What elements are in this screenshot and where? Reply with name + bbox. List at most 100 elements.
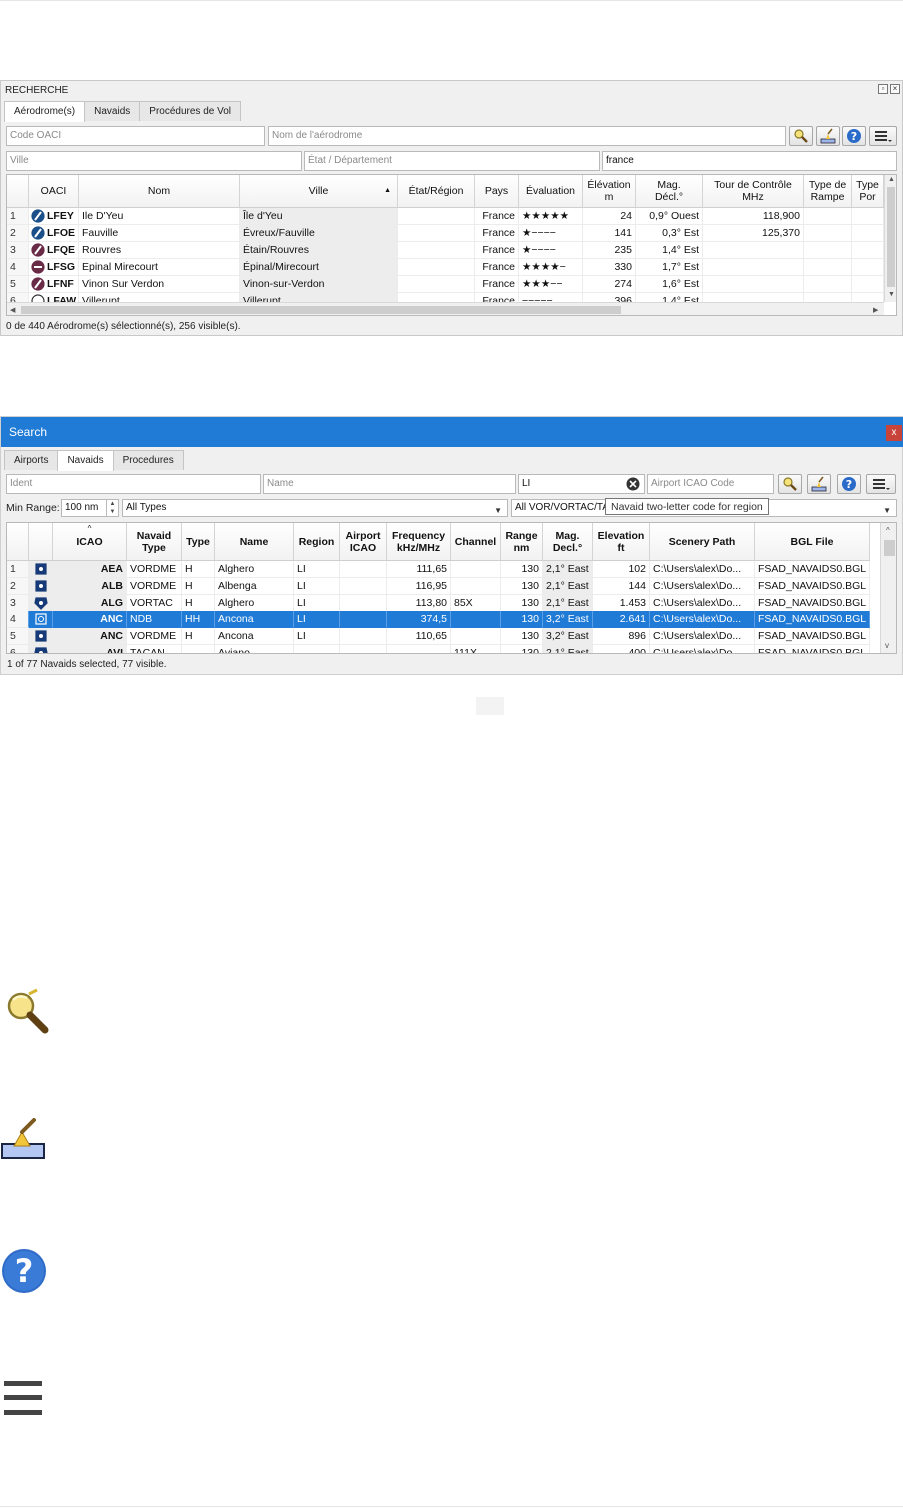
float-button[interactable]: ▫ bbox=[878, 84, 888, 94]
cell-nom: Epinal Mirecourt bbox=[79, 259, 240, 276]
column-header[interactable]: BGL File bbox=[755, 523, 870, 561]
column-header[interactable]: Type bbox=[182, 523, 215, 561]
column-header[interactable]: Nom bbox=[79, 175, 240, 208]
scroll-down-icon[interactable]: ▼ bbox=[888, 291, 895, 298]
search-clear-button[interactable] bbox=[789, 126, 813, 146]
column-header[interactable]: Type Por bbox=[852, 175, 884, 208]
city-input[interactable]: Ville bbox=[6, 151, 302, 171]
close-button[interactable]: × bbox=[890, 84, 900, 94]
scroll-up-icon[interactable]: ▲ bbox=[888, 176, 895, 183]
airport-icon bbox=[31, 209, 45, 223]
tab-aerodromes[interactable]: Aérodrome(s) bbox=[4, 101, 86, 122]
hscroll-thumb[interactable] bbox=[21, 306, 621, 314]
scroll-right-icon[interactable]: ▶ bbox=[873, 306, 878, 314]
cell-decl: 1,4° Est bbox=[636, 242, 703, 259]
clear-field-icon[interactable] bbox=[626, 477, 640, 491]
window-title: Search bbox=[9, 425, 48, 439]
help-button[interactable]: ? bbox=[842, 126, 866, 146]
region-input[interactable]: LI bbox=[518, 474, 645, 494]
airport-name-input[interactable]: Nom de l'aérodrome bbox=[268, 126, 786, 146]
column-header[interactable]: Ville ▲ bbox=[240, 175, 398, 208]
column-header[interactable]: Scenery Path bbox=[650, 523, 755, 561]
menu-button[interactable] bbox=[866, 474, 896, 494]
tab-procedures[interactable]: Procedures bbox=[112, 450, 184, 470]
table-row[interactable]: 2 LFOE Fauville Évreux/Fauville France ★−−−− 1… bbox=[7, 225, 884, 242]
tab-navaids[interactable]: Navaids bbox=[84, 101, 141, 121]
table-row[interactable]: 3 ALG VORTAC H Alghero LI 113,80 85X 130 2,1° Eas… bbox=[7, 594, 880, 612]
state-input[interactable]: État / Département bbox=[304, 151, 600, 171]
column-header[interactable]: Mag. Décl.° bbox=[636, 175, 703, 208]
vertical-scrollbar[interactable]: ^ v bbox=[880, 523, 896, 653]
column-header[interactable]: ICAO ^ bbox=[53, 523, 127, 561]
cell-path: C:\Users\alex\Do... bbox=[650, 594, 755, 612]
search-clear-button[interactable] bbox=[778, 474, 802, 494]
cell-tour: 118,900 bbox=[703, 208, 804, 225]
table-row[interactable]: 4 ANC NDB HH Ancona LI 374,5 130 3,2° East 2.641 C… bbox=[7, 611, 880, 629]
icao-code-input[interactable]: Code OACI bbox=[6, 126, 265, 146]
scroll-left-icon[interactable]: ◀ bbox=[10, 306, 15, 314]
horizontal-scrollbar[interactable]: ◀ ▶ bbox=[7, 302, 884, 315]
column-header[interactable]: Tour de Contrôle MHz bbox=[703, 175, 804, 208]
cell-n: 6 bbox=[7, 645, 29, 653]
column-header[interactable]: Navaid Type bbox=[127, 523, 182, 561]
menu-button[interactable] bbox=[869, 126, 897, 146]
column-header[interactable]: Elevation ft bbox=[593, 523, 650, 561]
table-row[interactable]: 6 AVI TACAN Aviano 111X 130 2,1° East 400 C:\Use… bbox=[7, 645, 880, 653]
scroll-down-icon[interactable]: v bbox=[885, 641, 889, 650]
column-header[interactable]: État/Région bbox=[398, 175, 475, 208]
column-header[interactable]: Frequency kHz/MHz bbox=[387, 523, 451, 561]
table-row[interactable]: 3 LFQE Rouvres Étain/Rouvres France ★−−−− 235 1… bbox=[7, 242, 884, 259]
column-header[interactable]: Mag. Decl.° bbox=[543, 523, 593, 561]
table-row[interactable]: 5 LFNF Vinon Sur Verdon Vinon-sur-Verdon Fra… bbox=[7, 276, 884, 293]
column-header[interactable]: OACI bbox=[29, 175, 79, 208]
column-header-label: Mag. Décl.° bbox=[654, 179, 684, 203]
cell-elev: 141 bbox=[583, 225, 636, 242]
column-header-label: Type bbox=[186, 535, 210, 548]
cell-empty bbox=[852, 259, 884, 276]
tab-airports[interactable]: Airports bbox=[4, 450, 59, 470]
reset-search-button[interactable] bbox=[807, 474, 831, 494]
scroll-thumb[interactable] bbox=[887, 187, 895, 287]
row-number-header[interactable] bbox=[7, 523, 29, 561]
help-icon: ? bbox=[1, 1247, 51, 1297]
tab-procedures[interactable]: Procédures de Vol bbox=[139, 101, 241, 121]
airport-icon bbox=[31, 260, 45, 274]
column-header[interactable]: Évaluation bbox=[519, 175, 583, 208]
row-number-header[interactable] bbox=[7, 175, 29, 208]
close-icon[interactable]: x bbox=[886, 425, 902, 441]
type-filter-select[interactable]: All Types ▼ bbox=[122, 499, 508, 517]
column-header[interactable]: Type de Rampe bbox=[804, 175, 852, 208]
column-header[interactable]: Pays bbox=[475, 175, 519, 208]
icon-column-header[interactable] bbox=[29, 523, 53, 561]
scroll-thumb[interactable] bbox=[884, 540, 895, 556]
help-button[interactable]: ? bbox=[837, 474, 861, 494]
scroll-up-icon[interactable]: ^ bbox=[886, 526, 890, 535]
cell-decl: 3,2° East bbox=[543, 611, 593, 629]
column-header[interactable]: Name bbox=[215, 523, 294, 561]
country-input[interactable]: france bbox=[602, 151, 897, 171]
airport-ident: LFEY bbox=[47, 210, 74, 222]
spin-arrows-icon[interactable]: ▲ ▼ bbox=[106, 500, 118, 516]
vertical-scrollbar[interactable]: ▲ ▼ bbox=[884, 175, 896, 302]
table-row[interactable]: 2 ALB VORDME H Albenga LI 116,95 130 2,1° East 14… bbox=[7, 577, 880, 595]
column-header[interactable]: Airport ICAO bbox=[340, 523, 387, 561]
name-input[interactable]: Name bbox=[263, 474, 516, 494]
window-titlebar: Search x bbox=[1, 417, 903, 447]
table-row[interactable]: 4 LFSG Epinal Mirecourt Épinal/Mirecourt Fra… bbox=[7, 259, 884, 276]
reset-search-button[interactable] bbox=[816, 126, 840, 146]
ident-input[interactable]: Ident bbox=[6, 474, 261, 494]
cell-freq: 113,80 bbox=[387, 594, 451, 612]
airport-icon bbox=[31, 277, 45, 291]
table-row[interactable]: 5 ANC VORDME H Ancona LI 110,65 130 3,2° East 896… bbox=[7, 628, 880, 646]
min-range-spinbox[interactable]: 100 nm ▲ ▼ bbox=[61, 499, 119, 517]
cell-n: 2 bbox=[7, 225, 29, 242]
tab-navaids[interactable]: Navaids bbox=[57, 450, 114, 471]
column-header[interactable]: Range nm bbox=[501, 523, 543, 561]
column-header[interactable]: Élévation m bbox=[583, 175, 636, 208]
cell-range: 130 bbox=[501, 594, 543, 612]
airport-icao-input[interactable]: Airport ICAO Code bbox=[647, 474, 774, 494]
table-row[interactable]: 1 LFEY Ile D'Yeu Île d'Yeu France ★★★★★ 24 0,9°… bbox=[7, 208, 884, 225]
column-header[interactable]: Region bbox=[294, 523, 340, 561]
column-header[interactable]: Channel bbox=[451, 523, 501, 561]
table-row[interactable]: 1 AEA VORDME H Alghero LI 111,65 130 2,1° East 10… bbox=[7, 561, 880, 578]
